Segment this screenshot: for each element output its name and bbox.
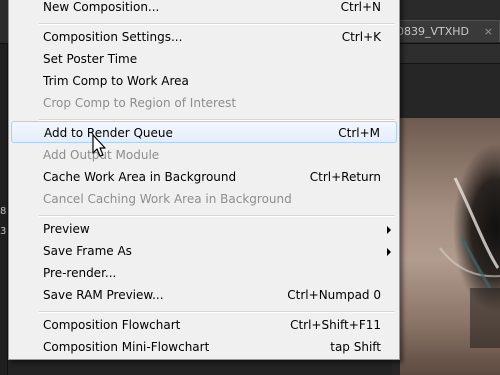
menu-item-label: Preview (43, 222, 90, 236)
menu-item-add-output-module: Add Output Module (11, 144, 397, 166)
frame-content-graphic (439, 177, 500, 348)
menu-item-composition-mini-flowchart[interactable]: Composition Mini-Flowchart tap Shift (11, 336, 397, 358)
composition-tab[interactable]: 0839_VTXHD × (392, 20, 500, 42)
menu-item-label: Set Poster Time (43, 52, 138, 66)
composition-frame-image (400, 118, 500, 375)
menu-item-label: Composition Mini-Flowchart (43, 340, 210, 354)
menu-item-new-composition[interactable]: New Composition... Ctrl+N (11, 0, 397, 18)
menu-item-label: Save Frame As (43, 244, 132, 258)
menu-item-label: Trim Comp to Work Area (43, 74, 189, 88)
menu-separator (39, 311, 395, 313)
menu-item-preview[interactable]: Preview (11, 218, 397, 240)
menu-item-shortcut: Ctrl+Shift+F11 (290, 318, 381, 332)
menu-item-label: Cache Work Area in Background (43, 170, 237, 184)
menu-item-composition-settings[interactable]: Composition Settings... Ctrl+K (11, 26, 397, 48)
composition-tab-label: 0839_VTXHD (397, 25, 470, 38)
submenu-arrow-icon (387, 248, 391, 256)
viewer-toolbar (392, 44, 500, 64)
menu-item-label: New Composition... (43, 0, 160, 14)
left-panel-edge: 8 3 (0, 44, 8, 375)
close-icon[interactable]: × (484, 21, 493, 42)
menu-item-label: Composition Settings... (43, 30, 183, 44)
menu-item-label: Cancel Caching Work Area in Background (43, 192, 292, 206)
menu-item-shortcut: Ctrl+K (341, 30, 381, 44)
menu-item-save-frame-as[interactable]: Save Frame As (11, 240, 397, 262)
submenu-arrow-icon (387, 226, 391, 234)
left-panel-number: 3 (0, 226, 7, 237)
menu-item-shortcut: Ctrl+N (340, 0, 381, 14)
menu-item-shortcut: Ctrl+Numpad 0 (287, 288, 381, 302)
menu-item-cancel-caching: Cancel Caching Work Area in Background (11, 188, 397, 210)
menu-item-label: Save RAM Preview... (43, 288, 164, 302)
composition-menu: New Composition... Ctrl+N Composition Se… (8, 0, 400, 360)
menu-item-label: Pre-render... (43, 266, 117, 280)
menu-separator (39, 23, 395, 25)
menu-item-crop-comp: Crop Comp to Region of Interest (11, 92, 397, 114)
menu-item-composition-flowchart[interactable]: Composition Flowchart Ctrl+Shift+F11 (11, 314, 397, 336)
menu-item-set-poster-time[interactable]: Set Poster Time (11, 48, 397, 70)
menu-item-shortcut: Ctrl+M (338, 126, 380, 140)
arrow-cursor-icon (92, 134, 106, 157)
menu-item-shortcut: Ctrl+Return (309, 170, 381, 184)
menu-item-trim-comp[interactable]: Trim Comp to Work Area (11, 70, 397, 92)
menu-item-label: Composition Flowchart (43, 318, 181, 332)
left-panel-number: 8 (0, 206, 7, 217)
menu-item-shortcut: tap Shift (330, 340, 381, 354)
menu-separator (39, 215, 395, 217)
menu-item-save-ram-preview[interactable]: Save RAM Preview... Ctrl+Numpad 0 (11, 284, 397, 306)
menu-item-pre-render[interactable]: Pre-render... (11, 262, 397, 284)
menu-item-cache-work-area[interactable]: Cache Work Area in Background Ctrl+Retur… (11, 166, 397, 188)
menu-item-label: Add to Render Queue (44, 126, 173, 140)
menu-item-label: Crop Comp to Region of Interest (43, 96, 237, 110)
menu-item-add-to-render-queue[interactable]: Add to Render Queue Ctrl+M (11, 121, 397, 143)
